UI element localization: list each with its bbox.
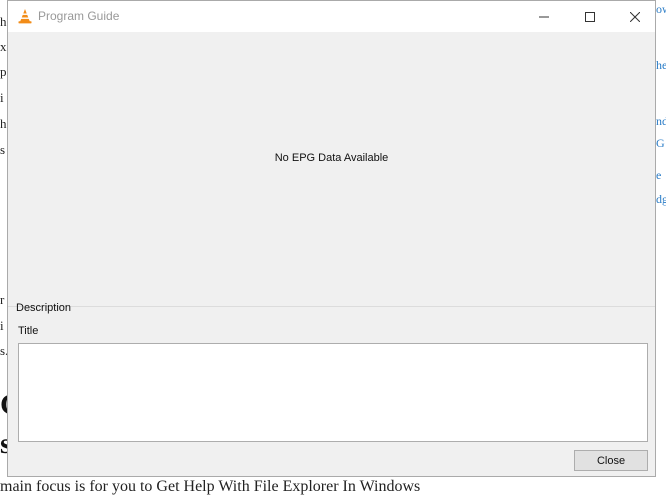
bg-text-fragment: h: [0, 116, 7, 131]
minimize-button[interactable]: [521, 1, 567, 32]
bg-text-fragment: r: [0, 292, 5, 307]
bg-bottom-text: main focus is for you to Get Help With F…: [0, 478, 421, 495]
description-section-label: Description: [16, 302, 72, 314]
no-epg-message: No EPG Data Available: [274, 152, 389, 164]
bg-text-fragment: i: [0, 90, 4, 105]
bg-link-fragment[interactable]: dg: [656, 192, 666, 207]
bg-link-fragment[interactable]: e: [656, 168, 661, 183]
close-icon: [630, 11, 640, 22]
maximize-icon: [585, 11, 595, 22]
window-title: Program Guide: [38, 9, 120, 23]
bg-link-fragment[interactable]: nd: [656, 114, 666, 129]
bg-text-fragment: h: [0, 14, 7, 29]
program-title-label: Title: [18, 325, 39, 337]
close-window-button[interactable]: [612, 1, 658, 32]
bg-text-fragment: s: [0, 142, 6, 157]
bg-link-fragment[interactable]: he: [656, 58, 666, 73]
bg-text-fragment: x: [0, 39, 7, 54]
vlc-cone-icon: [17, 8, 33, 24]
program-guide-window: Program Guide No EPG Data Available Desc…: [7, 0, 656, 477]
bg-link-fragment[interactable]: G: [656, 136, 665, 151]
epg-view: No EPG Data Available: [8, 32, 655, 306]
minimize-icon: [539, 16, 549, 17]
section-divider: [8, 306, 655, 307]
bg-text-fragment: i: [0, 318, 4, 333]
maximize-button[interactable]: [567, 1, 613, 32]
close-button[interactable]: Close: [574, 450, 648, 471]
description-text-area[interactable]: [18, 343, 648, 442]
bg-text-fragment: p: [0, 64, 7, 79]
title-bar[interactable]: Program Guide: [8, 1, 655, 32]
